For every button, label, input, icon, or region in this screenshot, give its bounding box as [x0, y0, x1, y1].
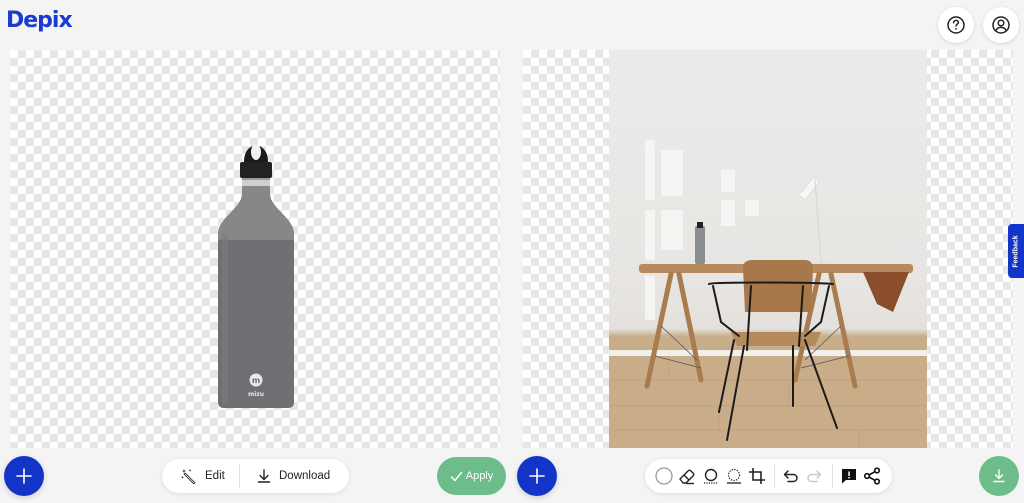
check-icon: [450, 471, 462, 481]
feedback-tab[interactable]: Feedback: [1008, 224, 1024, 278]
toolbar-divider: [774, 464, 776, 488]
apply-button[interactable]: Apply: [437, 457, 506, 495]
apply-label: Apply: [465, 470, 494, 482]
circle-icon: [655, 467, 673, 485]
left-toolbar: Edit Download: [162, 459, 349, 493]
redo-icon: [807, 470, 822, 483]
question-circle-icon: [947, 16, 965, 34]
editor-toolbar: [645, 459, 892, 493]
add-image-button[interactable]: [4, 456, 44, 496]
account-button[interactable]: [983, 7, 1019, 43]
edit-button[interactable]: Edit: [162, 459, 239, 493]
shadow-tool[interactable]: [699, 464, 721, 488]
undo-button[interactable]: [780, 464, 802, 488]
svg-text:m: m: [252, 376, 260, 385]
dotted-shadow-icon: [726, 468, 741, 484]
report-button[interactable]: [837, 464, 859, 488]
outline-shadow-tool[interactable]: [723, 464, 745, 488]
magic-wand-icon: [181, 469, 196, 484]
toolbar-divider: [831, 464, 833, 488]
feedback-label: Feedback: [1012, 234, 1020, 268]
undo-icon: [783, 470, 798, 483]
product-image-bottle: m mizu: [218, 144, 294, 408]
desk-scene-illustration: [609, 140, 927, 448]
crop-tool[interactable]: [746, 464, 768, 488]
plus-icon: [16, 468, 32, 484]
shadow-icon: [703, 468, 718, 484]
svg-text:mizu: mizu: [248, 391, 264, 398]
feedback-icon: [841, 469, 856, 484]
eraser-tool[interactable]: [676, 464, 698, 488]
color-picker-tool[interactable]: [653, 464, 675, 488]
download-result-button[interactable]: [979, 456, 1019, 496]
scene-image: [609, 50, 927, 448]
original-image-canvas[interactable]: m mizu: [10, 50, 500, 448]
eraser-icon: [679, 469, 695, 485]
help-button[interactable]: [938, 7, 974, 43]
edit-label: Edit: [205, 470, 225, 482]
download-icon: [993, 469, 1005, 483]
add-background-button[interactable]: [517, 456, 557, 496]
redo-button[interactable]: [803, 464, 825, 488]
share-button[interactable]: [861, 464, 883, 488]
share-icon: [863, 467, 880, 485]
download-icon: [257, 469, 271, 483]
user-circle-icon: [992, 16, 1010, 34]
download-label: Download: [279, 470, 331, 482]
download-button[interactable]: Download: [240, 459, 330, 493]
app-root: Depix m mizu Edit Download Apply Feedbac…: [0, 0, 1024, 503]
plus-icon: [529, 468, 545, 484]
logo[interactable]: Depix: [6, 8, 73, 33]
composite-image-canvas[interactable]: [523, 50, 1013, 448]
crop-icon: [749, 468, 766, 484]
